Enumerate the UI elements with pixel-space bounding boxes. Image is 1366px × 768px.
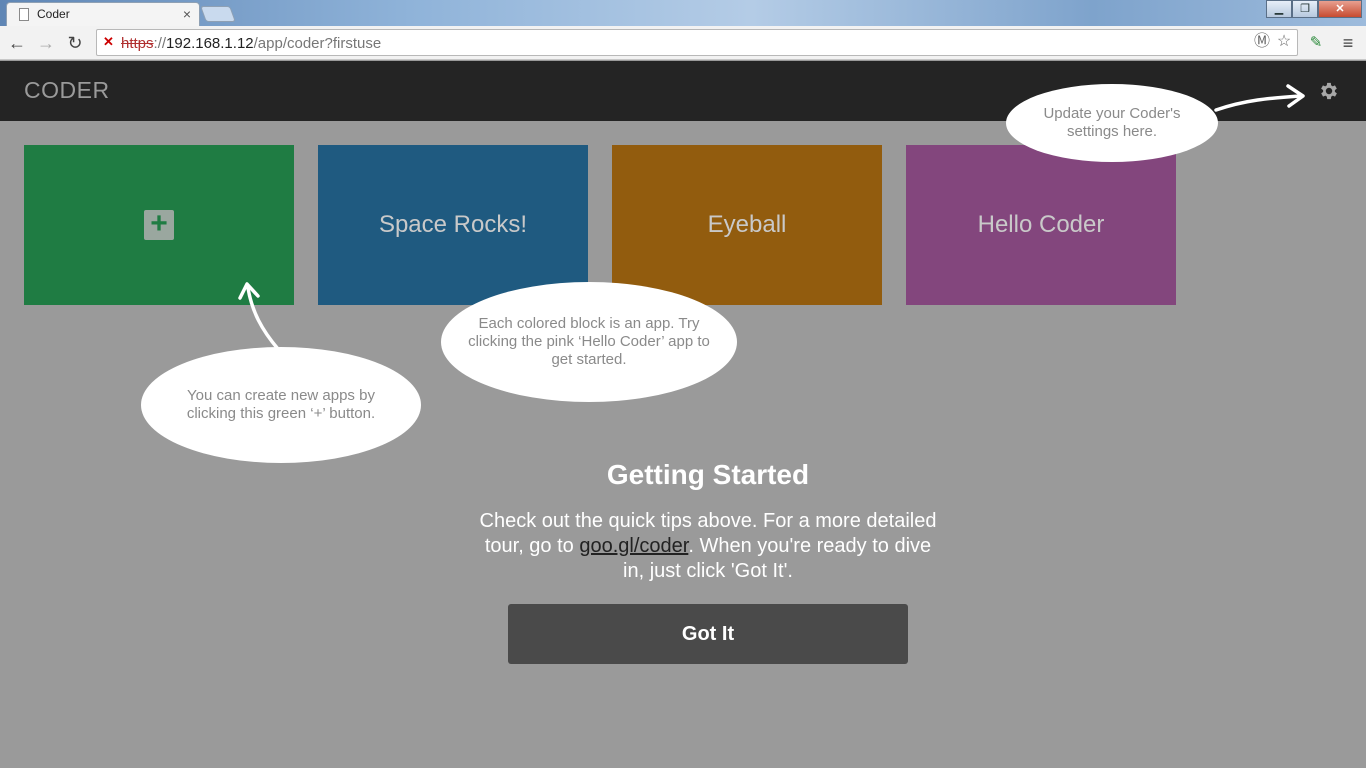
- got-it-button[interactable]: Got It: [508, 604, 908, 664]
- app-title: CODER: [24, 77, 110, 103]
- browser-tab[interactable]: Coder ×: [6, 2, 200, 26]
- apps-callout: Each colored block is an app. Try clicki…: [441, 282, 737, 402]
- minimize-button[interactable]: ▁: [1266, 0, 1292, 18]
- getting-started-title: Getting Started: [606, 459, 810, 490]
- getting-started-text: Check out the quick tips above. For a mo…: [479, 510, 937, 582]
- reload-icon[interactable]: ↻: [64, 32, 86, 54]
- forward-icon[interactable]: →: [35, 32, 57, 54]
- new-tab-button[interactable]: [200, 6, 236, 22]
- create-app-callout: You can create new apps by clicking this…: [141, 347, 421, 463]
- settings-callout: Update your Coder's settings here.: [1006, 84, 1218, 162]
- app-tile-label: Eyeball: [707, 211, 787, 238]
- app-tile-eyeball[interactable]: Eyeball: [612, 145, 882, 305]
- app-tile-hello-coder[interactable]: Hello Coder: [906, 145, 1176, 305]
- app-tile-label: Space Rocks!: [378, 211, 528, 238]
- browser-menu-icon[interactable]: ≡: [1338, 33, 1358, 53]
- address-bar[interactable]: ✕ https://192.168.1.12/app/coder?firstus…: [96, 29, 1298, 56]
- browser-toolbar: ← → ↻ ✕ https://192.168.1.12/app/coder?f…: [0, 26, 1366, 60]
- bookmark-star-icon[interactable]: ☆: [1275, 33, 1293, 51]
- evernote-extension-icon[interactable]: ✎: [1306, 33, 1326, 53]
- app-tile-label: Hello Coder: [977, 211, 1105, 238]
- maximize-button[interactable]: ❐: [1292, 0, 1318, 18]
- tab-close-icon[interactable]: ×: [183, 6, 191, 22]
- add-app-tile[interactable]: +: [24, 145, 294, 305]
- back-icon[interactable]: ←: [6, 32, 28, 54]
- close-window-button[interactable]: ✕: [1318, 0, 1362, 18]
- page-icon: [19, 8, 29, 21]
- app-tile-space-rocks[interactable]: Space Rocks!: [318, 145, 588, 305]
- plus-icon: +: [144, 209, 174, 240]
- browser-titlebar: Coder × ▁ ❐ ✕: [0, 0, 1366, 26]
- url-text[interactable]: https://192.168.1.12/app/coder?firstuse: [121, 35, 381, 52]
- gear-icon[interactable]: [1318, 80, 1340, 102]
- tour-link[interactable]: goo.gl/coder: [579, 535, 688, 557]
- window-controls: ▁ ❐ ✕: [1266, 0, 1362, 18]
- extension-badge-icon[interactable]: Ⓜ: [1253, 33, 1271, 51]
- insecure-lock-icon[interactable]: ✕: [103, 35, 117, 49]
- tab-title: Coder: [37, 7, 70, 21]
